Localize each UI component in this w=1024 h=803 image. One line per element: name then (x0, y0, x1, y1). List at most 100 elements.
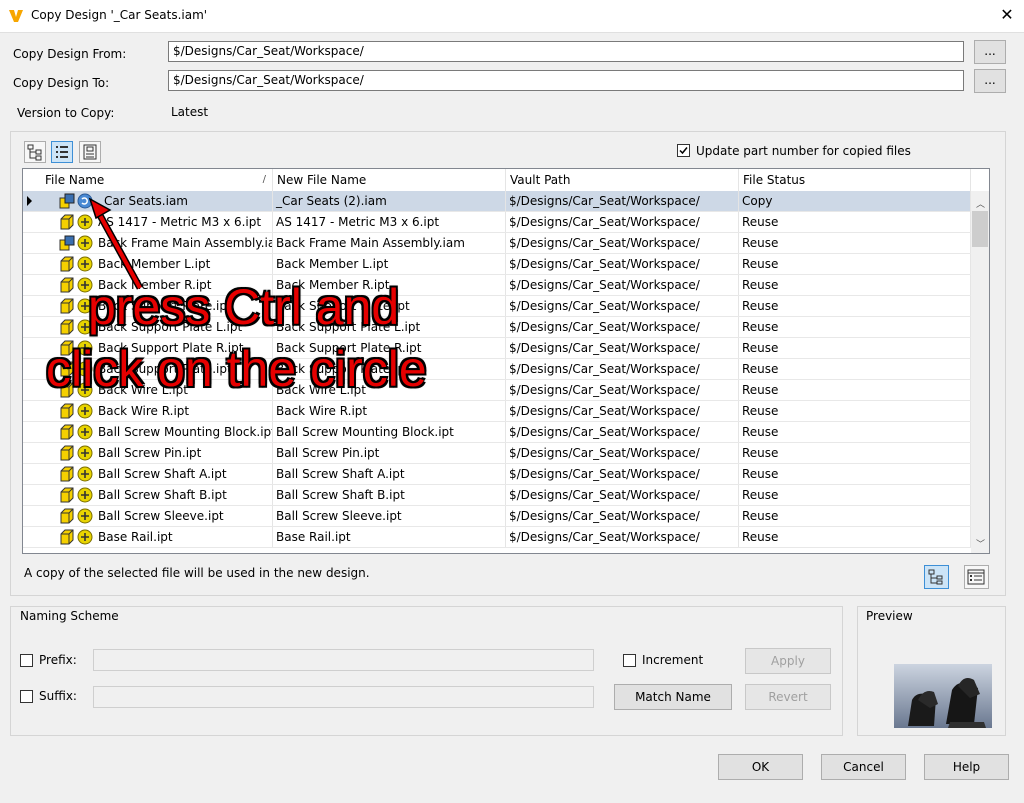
cell-file-status[interactable]: Reuse (739, 212, 971, 232)
cell-file-status[interactable]: Reuse (739, 527, 971, 547)
reuse-action-icon[interactable] (77, 466, 93, 482)
cell-new-file-name[interactable]: Base Rail.ipt (273, 527, 506, 547)
show-properties-button[interactable] (964, 565, 989, 589)
suffix-input[interactable] (93, 686, 594, 708)
reuse-action-icon[interactable] (77, 424, 93, 440)
reuse-action-icon[interactable] (77, 529, 93, 545)
cell-vault-path[interactable]: $/Designs/Car_Seat/Workspace/ (506, 506, 739, 526)
apply-button[interactable]: Apply (745, 648, 831, 674)
cell-file-status[interactable]: Reuse (739, 401, 971, 421)
table-row[interactable]: Back Wire R.ipt Back Wire R.ipt $/Designs/… (23, 401, 971, 422)
cell-file-name[interactable]: Ball Screw Shaft B.ipt (95, 485, 273, 505)
cell-new-file-name[interactable]: Back Member L.ipt (273, 254, 506, 274)
cell-file-status[interactable]: Reuse (739, 380, 971, 400)
close-icon[interactable]: ✕ (996, 4, 1018, 26)
cell-vault-path[interactable]: $/Designs/Car_Seat/Workspace/ (506, 380, 739, 400)
cancel-button[interactable]: Cancel (821, 754, 906, 780)
cell-file-status[interactable]: Reuse (739, 317, 971, 337)
cell-new-file-name[interactable]: Ball Screw Sleeve.ipt (273, 506, 506, 526)
cell-vault-path[interactable]: $/Designs/Car_Seat/Workspace/ (506, 401, 739, 421)
copy-to-browse-button[interactable]: ... (974, 69, 1006, 93)
cell-vault-path[interactable]: $/Designs/Car_Seat/Workspace/ (506, 275, 739, 295)
copy-from-field[interactable]: $/Designs/Car_Seat/Workspace/ (168, 41, 964, 62)
cell-vault-path[interactable]: $/Designs/Car_Seat/Workspace/ (506, 317, 739, 337)
cell-file-status[interactable]: Copy (739, 191, 971, 211)
column-header-file-status[interactable]: File Status (739, 169, 971, 191)
column-header-file-name[interactable]: File Name / (41, 169, 273, 191)
table-row[interactable]: Ball Screw Pin.ipt Ball Screw Pin.ipt $/De… (23, 443, 971, 464)
cell-file-name[interactable]: Ball Screw Sleeve.ipt (95, 506, 273, 526)
table-row[interactable]: _Car Seats.iam _Car Seats (2).iam $/Design… (23, 191, 971, 212)
copy-to-field[interactable]: $/Designs/Car_Seat/Workspace/ (168, 70, 964, 91)
cell-file-status[interactable]: Reuse (739, 422, 971, 442)
details-view-button[interactable] (79, 141, 101, 163)
table-row[interactable]: Ball Screw Mounting Block.ipt Ball Screw … (23, 422, 971, 443)
cell-file-status[interactable]: Reuse (739, 464, 971, 484)
cell-vault-path[interactable]: $/Designs/Car_Seat/Workspace/ (506, 191, 739, 211)
help-button[interactable]: Help (924, 754, 1009, 780)
table-row[interactable]: Ball Screw Shaft B.ipt Ball Screw Shaft B… (23, 485, 971, 506)
prefix-input[interactable] (93, 649, 594, 671)
cell-file-status[interactable]: Reuse (739, 254, 971, 274)
table-row[interactable]: AS 1417 - Metric M3 x 6.ipt AS 1417 - Met… (23, 212, 971, 233)
tree-view-button[interactable] (24, 141, 46, 163)
ok-button[interactable]: OK (718, 754, 803, 780)
scroll-up-icon[interactable]: ︿ (976, 197, 985, 210)
cell-new-file-name[interactable]: Ball Screw Mounting Block.ipt (273, 422, 506, 442)
cell-vault-path[interactable]: $/Designs/Car_Seat/Workspace/ (506, 212, 739, 232)
revert-button[interactable]: Revert (745, 684, 831, 710)
reuse-action-icon[interactable] (77, 508, 93, 524)
cell-file-status[interactable]: Reuse (739, 506, 971, 526)
match-name-button[interactable]: Match Name (614, 684, 732, 710)
cell-vault-path[interactable]: $/Designs/Car_Seat/Workspace/ (506, 443, 739, 463)
cell-file-name[interactable]: Back Wire R.ipt (95, 401, 273, 421)
column-header-vault-path[interactable]: Vault Path (506, 169, 739, 191)
suffix-checkbox[interactable] (20, 690, 33, 703)
prefix-checkbox[interactable] (20, 654, 33, 667)
list-view-button[interactable] (51, 141, 73, 163)
column-header-new-file-name[interactable]: New File Name (273, 169, 506, 191)
cell-file-status[interactable]: Reuse (739, 275, 971, 295)
reuse-action-icon[interactable] (77, 487, 93, 503)
cell-file-status[interactable]: Reuse (739, 359, 971, 379)
copy-from-browse-button[interactable]: ... (974, 40, 1006, 64)
cell-new-file-name[interactable]: Ball Screw Pin.ipt (273, 443, 506, 463)
cell-vault-path[interactable]: $/Designs/Car_Seat/Workspace/ (506, 338, 739, 358)
cell-file-status[interactable]: Reuse (739, 296, 971, 316)
cell-vault-path[interactable]: $/Designs/Car_Seat/Workspace/ (506, 359, 739, 379)
scrollbar-thumb[interactable] (972, 211, 988, 247)
cell-vault-path[interactable]: $/Designs/Car_Seat/Workspace/ (506, 254, 739, 274)
table-row[interactable]: Ball Screw Shaft A.ipt Ball Screw Shaft A… (23, 464, 971, 485)
table-row[interactable]: Ball Screw Sleeve.ipt Ball Screw Sleeve.i… (23, 506, 971, 527)
cell-file-name[interactable]: Ball Screw Shaft A.ipt (95, 464, 273, 484)
cell-new-file-name[interactable]: Back Frame Main Assembly.iam (273, 233, 506, 253)
cell-new-file-name[interactable]: Back Wire R.ipt (273, 401, 506, 421)
cell-new-file-name[interactable]: Ball Screw Shaft A.ipt (273, 464, 506, 484)
table-row[interactable]: Back Member L.ipt Back Member L.ipt $/Desi… (23, 254, 971, 275)
cell-file-name[interactable]: Base Rail.ipt (95, 527, 273, 547)
update-part-number-checkbox[interactable] (677, 144, 690, 157)
cell-new-file-name[interactable]: _Car Seats (2).iam (273, 191, 506, 211)
reuse-action-icon[interactable] (77, 403, 93, 419)
show-structure-button[interactable] (924, 565, 949, 589)
grid-vertical-scrollbar[interactable]: ︿ ﹀ (971, 191, 989, 553)
cell-vault-path[interactable]: $/Designs/Car_Seat/Workspace/ (506, 422, 739, 442)
reuse-action-icon[interactable] (77, 445, 93, 461)
table-row[interactable]: Back Frame Main Assembly.iam Back Frame M… (23, 233, 971, 254)
cell-vault-path[interactable]: $/Designs/Car_Seat/Workspace/ (506, 485, 739, 505)
cell-file-name[interactable]: Ball Screw Mounting Block.ipt (95, 422, 273, 442)
scroll-down-icon[interactable]: ﹀ (976, 537, 985, 550)
cell-vault-path[interactable]: $/Designs/Car_Seat/Workspace/ (506, 233, 739, 253)
cell-new-file-name[interactable]: Ball Screw Shaft B.ipt (273, 485, 506, 505)
cell-file-status[interactable]: Reuse (739, 338, 971, 358)
table-row[interactable]: Base Rail.ipt Base Rail.ipt $/Designs/Car_… (23, 527, 971, 548)
cell-file-status[interactable]: Reuse (739, 233, 971, 253)
cell-vault-path[interactable]: $/Designs/Car_Seat/Workspace/ (506, 296, 739, 316)
cell-vault-path[interactable]: $/Designs/Car_Seat/Workspace/ (506, 464, 739, 484)
increment-checkbox[interactable] (623, 654, 636, 667)
cell-vault-path[interactable]: $/Designs/Car_Seat/Workspace/ (506, 527, 739, 547)
cell-file-name[interactable]: Ball Screw Pin.ipt (95, 443, 273, 463)
cell-new-file-name[interactable]: AS 1417 - Metric M3 x 6.ipt (273, 212, 506, 232)
cell-file-status[interactable]: Reuse (739, 443, 971, 463)
cell-file-status[interactable]: Reuse (739, 485, 971, 505)
